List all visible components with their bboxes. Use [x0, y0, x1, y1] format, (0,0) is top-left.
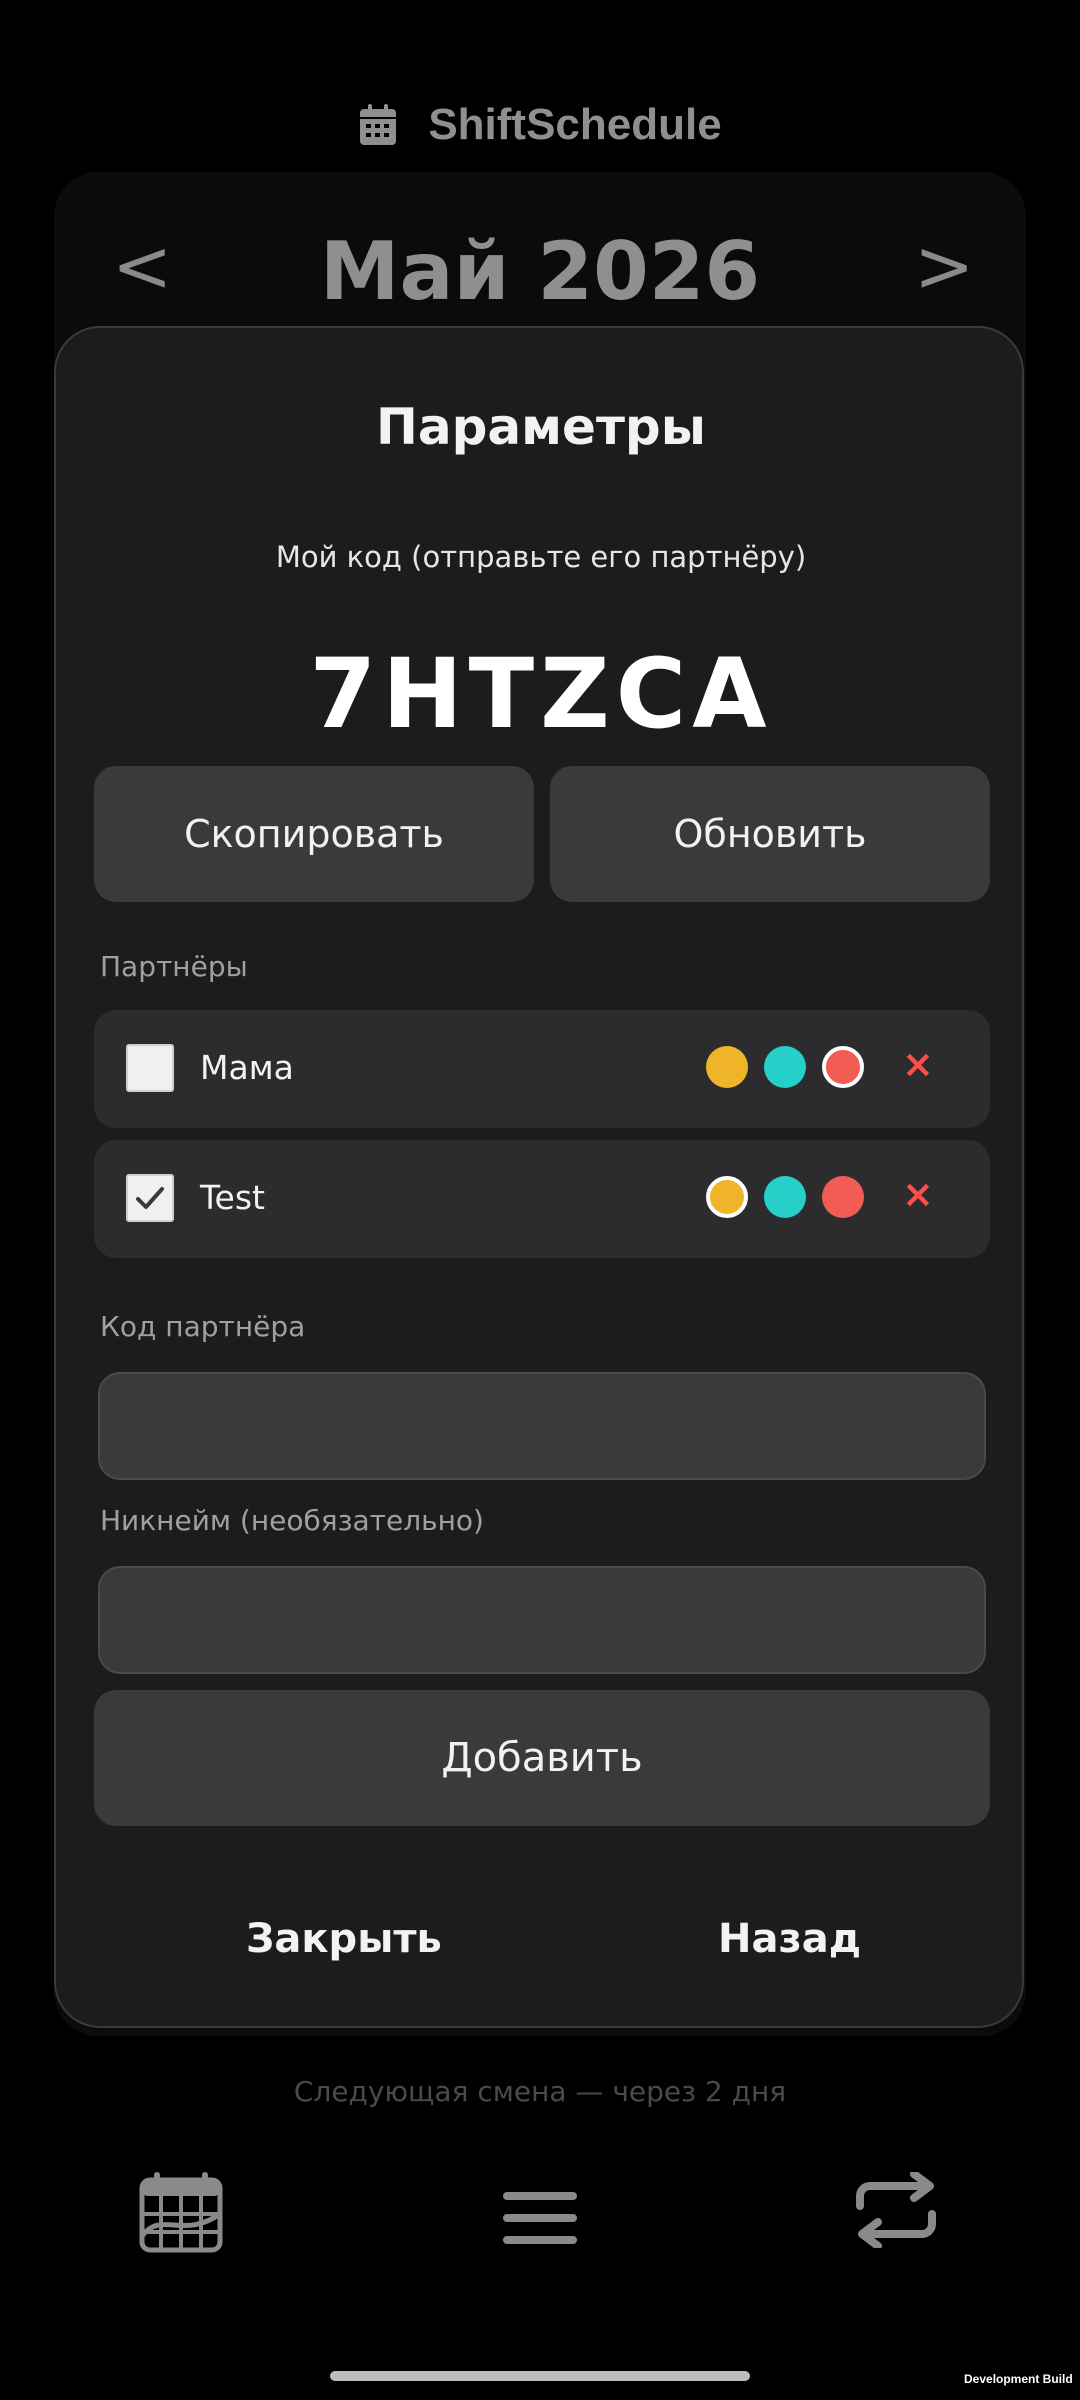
- dev-build-label: Development Build: [964, 2372, 1073, 2386]
- partner-row: Мама ×: [94, 1010, 990, 1128]
- partner-name: Мама: [200, 1048, 294, 1087]
- remove-partner-icon[interactable]: ×: [902, 1172, 934, 1216]
- partner-code-label: Код партнёра: [100, 1310, 306, 1343]
- copy-button[interactable]: Скопировать: [94, 766, 534, 902]
- partner-row: Test ×: [94, 1140, 990, 1258]
- partner-name: Test: [200, 1178, 265, 1217]
- next-month-button[interactable]: >: [914, 230, 974, 302]
- nav-sync-icon[interactable]: [848, 2170, 944, 2252]
- nickname-input[interactable]: [98, 1566, 986, 1674]
- nickname-label: Никнейм (необязательно): [100, 1504, 484, 1537]
- remove-partner-icon[interactable]: ×: [902, 1042, 934, 1086]
- partner-checkbox[interactable]: [126, 1044, 174, 1092]
- partner-code-input[interactable]: [98, 1372, 986, 1480]
- color-dot-teal[interactable]: [764, 1176, 806, 1218]
- close-button[interactable]: Закрыть: [246, 1916, 442, 1962]
- nav-menu-icon[interactable]: [503, 2190, 577, 2252]
- back-button[interactable]: Назад: [718, 1916, 861, 1962]
- modal-title: Параметры: [376, 398, 706, 456]
- color-dot-red[interactable]: [822, 1046, 864, 1088]
- settings-modal: Параметры Мой код (отправьте его партнёр…: [54, 326, 1024, 2028]
- partners-label: Партнёры: [100, 950, 248, 983]
- nav-calendar-icon[interactable]: [138, 2170, 224, 2258]
- add-partner-button[interactable]: Добавить: [94, 1690, 990, 1826]
- color-dot-orange[interactable]: [706, 1046, 748, 1088]
- check-icon: [136, 1187, 164, 1209]
- calendar-icon: [358, 103, 398, 147]
- my-code: 7HTZCA: [309, 638, 773, 750]
- next-shift-text: Следующая смена — через 2 дня: [293, 2075, 787, 2108]
- partner-checkbox[interactable]: [126, 1174, 174, 1222]
- my-code-label: Мой код (отправьте его партнёру): [275, 540, 807, 574]
- app-header: ShiftSchedule: [0, 90, 1080, 160]
- home-indicator[interactable]: [330, 2371, 750, 2381]
- color-dot-orange[interactable]: [706, 1176, 748, 1218]
- color-dot-teal[interactable]: [764, 1046, 806, 1088]
- app-title: ShiftSchedule: [428, 100, 722, 149]
- refresh-button[interactable]: Обновить: [550, 766, 990, 902]
- color-dot-red[interactable]: [822, 1176, 864, 1218]
